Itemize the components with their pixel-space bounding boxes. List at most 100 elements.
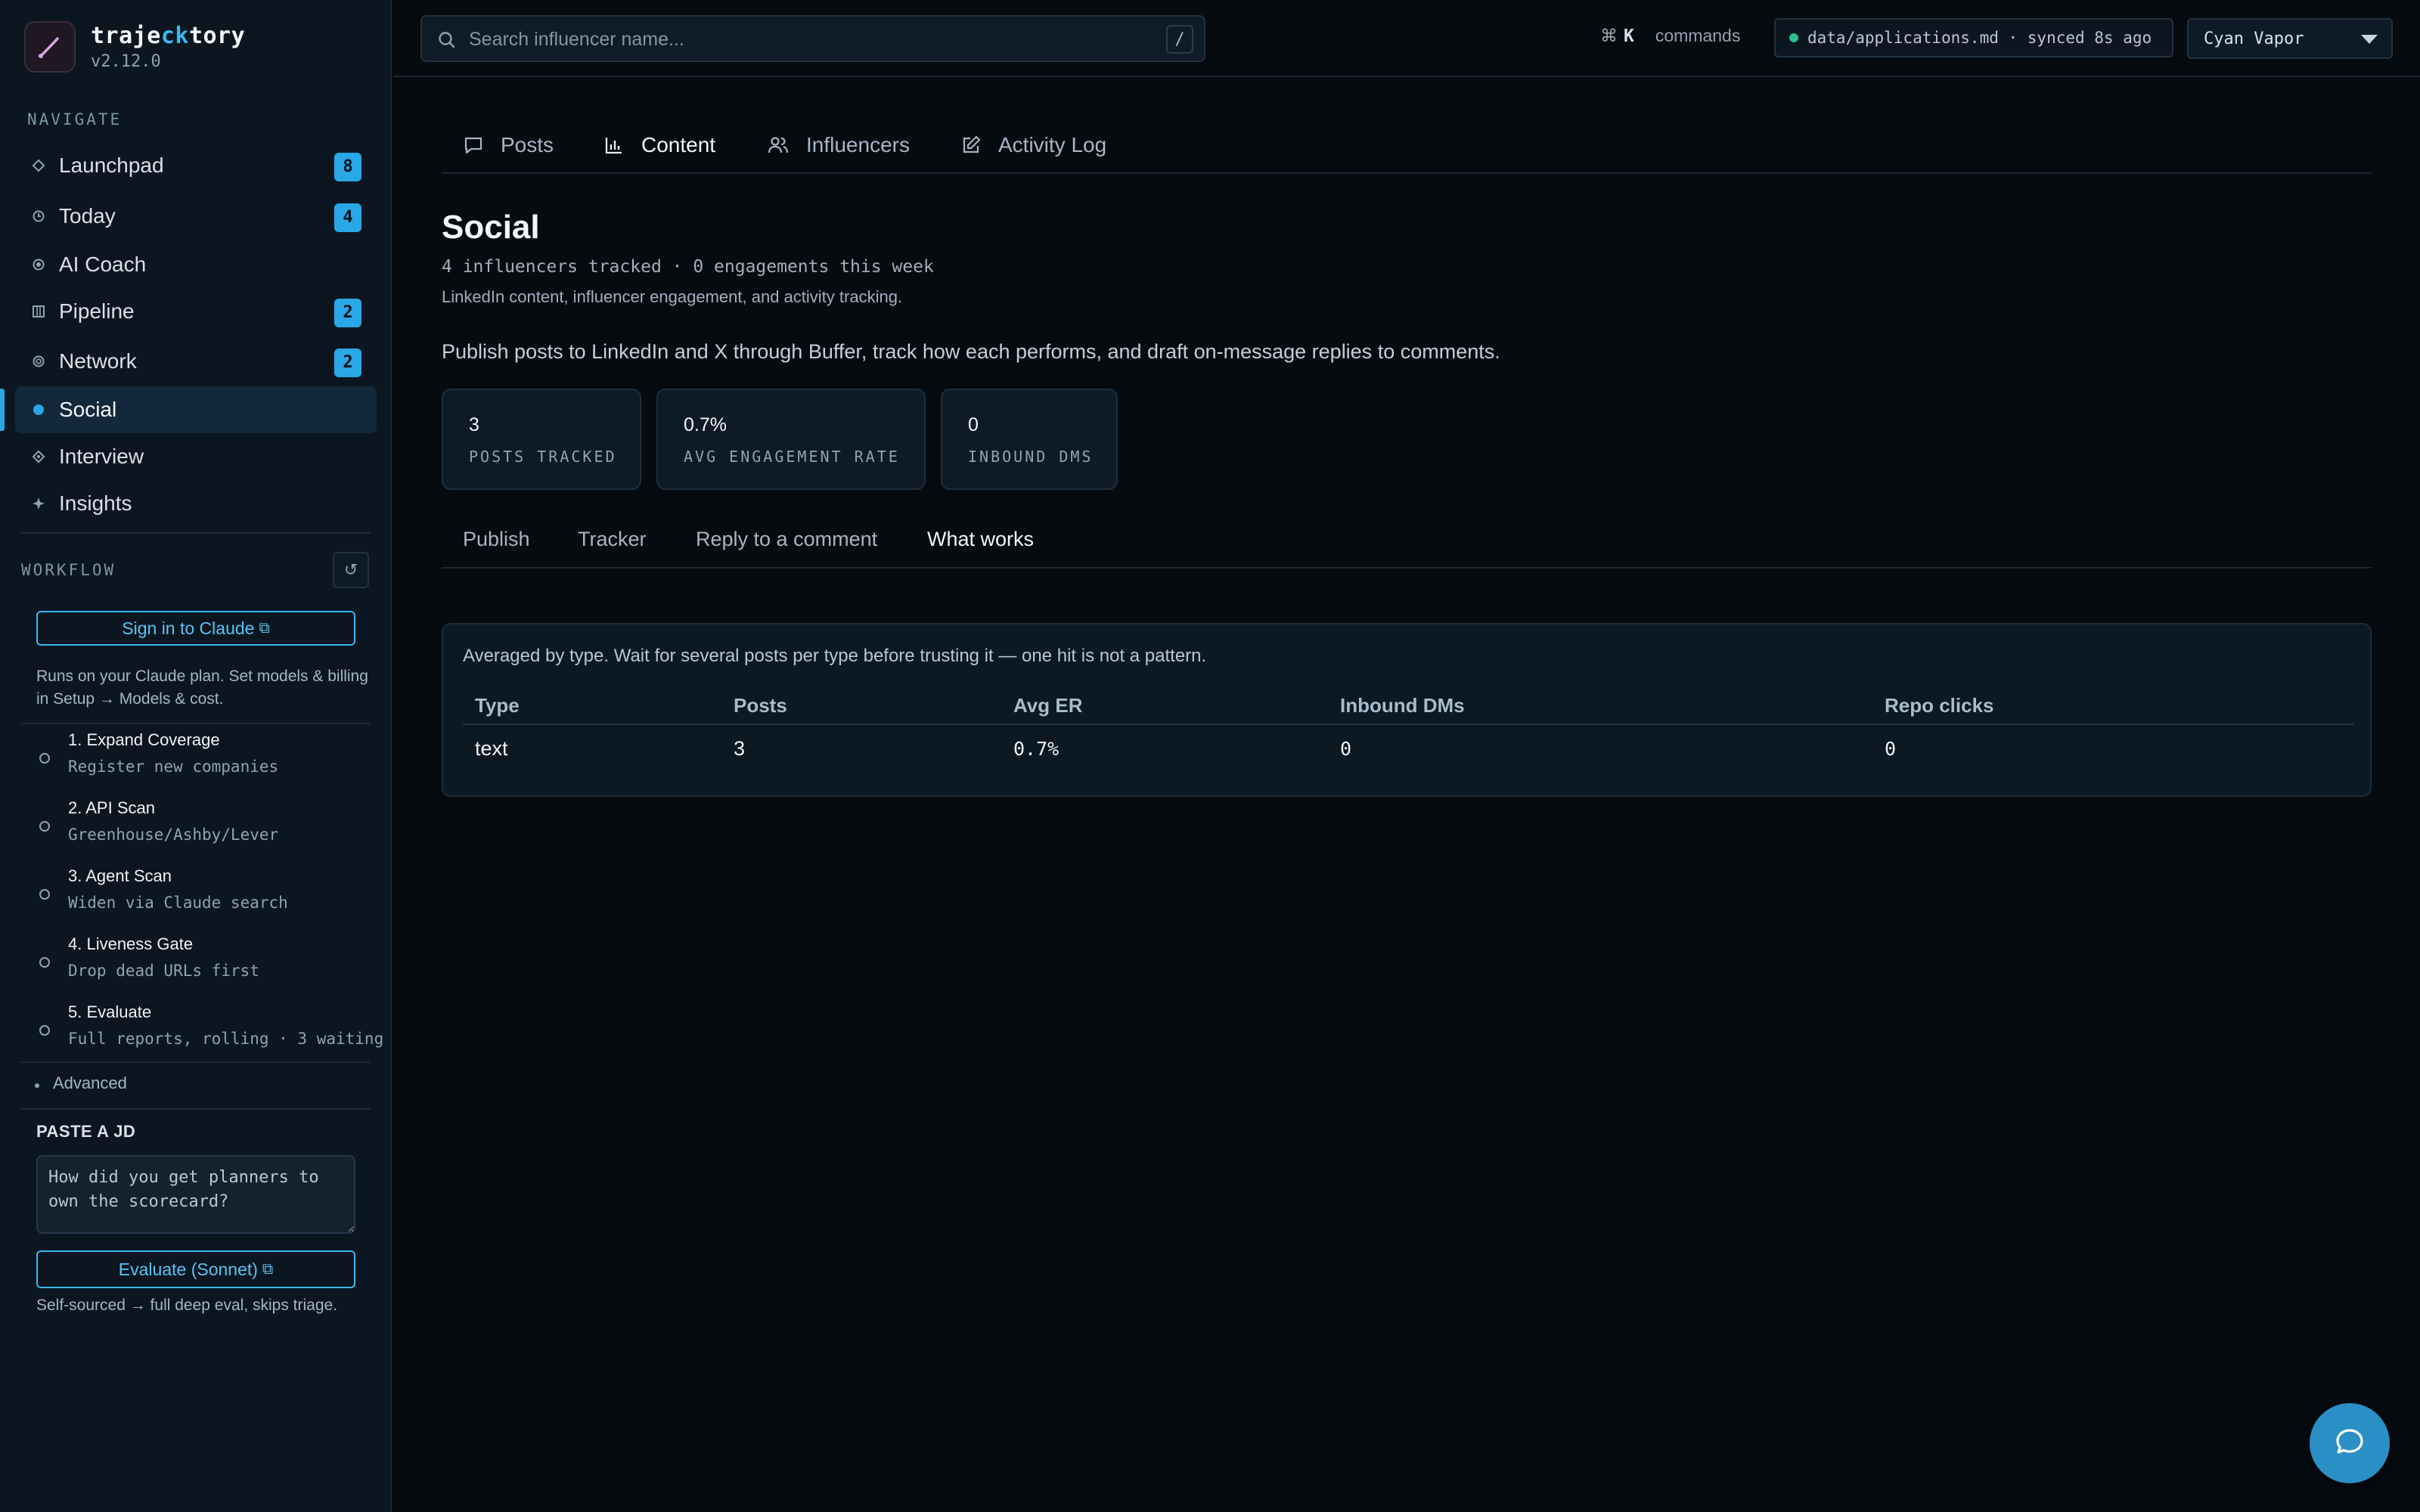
sidebar-item-label: Social	[59, 398, 117, 421]
bullet-icon	[35, 1083, 39, 1088]
workflow-section-label: WORKFLOW	[21, 561, 116, 579]
stat-card-inbound-dms: 0 INBOUND DMS	[941, 389, 1118, 490]
tab-content[interactable]: Content	[603, 130, 715, 160]
clock-icon	[32, 209, 57, 223]
sync-status[interactable]: data/applications.md · synced 8s ago	[1774, 18, 2173, 57]
evaluate-note: Self-sourced → full deep eval, skips tri…	[36, 1297, 338, 1314]
workflow-step[interactable]: 5. Evaluate Full reports, rolling · 3 wa…	[36, 1002, 383, 1063]
subtab-tracker[interactable]: Tracker	[578, 528, 647, 551]
ring-icon	[32, 355, 57, 368]
tab-label: Content	[641, 133, 716, 156]
sub-tabs: Publish Tracker Reply to a comment What …	[442, 522, 2372, 569]
theme-value: Cyan Vapor	[2204, 29, 2304, 48]
search-icon	[437, 30, 457, 54]
page-subtitle: LinkedIn content, influencer engagement,…	[442, 287, 903, 306]
advanced-toggle[interactable]: Advanced	[35, 1074, 127, 1093]
workflow-step[interactable]: 3. Agent Scan Widen via Claude search	[36, 866, 369, 927]
command-palette-hint[interactable]: ⌘ K commands	[1600, 26, 1740, 46]
sidebar: trajecktory v2.12.0 NAVIGATE Launchpad 8…	[0, 0, 392, 1512]
tab-activity-log[interactable]: Activity Log	[960, 130, 1106, 160]
sidebar-item-interview[interactable]: Interview	[15, 433, 377, 480]
count-badge: 8	[334, 153, 361, 181]
stat-value: 0	[968, 414, 979, 435]
subtab-reply[interactable]: Reply to a comment	[696, 528, 877, 551]
table-cell: text	[475, 737, 508, 760]
sign-in-label: Sign in to Claude	[122, 618, 255, 638]
step-subtitle: Greenhouse/Ashby/Lever	[68, 826, 279, 844]
step-title: 4. Liveness Gate	[68, 934, 194, 953]
jd-textarea[interactable]: How did you get planners to own the scor…	[36, 1155, 355, 1234]
panel-note: Averaged by type. Wait for several posts…	[463, 646, 1207, 666]
status-circle-icon	[39, 753, 50, 764]
chevron-down-icon	[2361, 35, 2378, 44]
sidebar-item-label: AI Coach	[59, 253, 147, 276]
tab-posts[interactable]: Posts	[463, 130, 554, 160]
advanced-label: Advanced	[53, 1074, 127, 1092]
target-icon	[32, 258, 57, 271]
tab-influencers[interactable]: Influencers	[767, 130, 910, 160]
stat-label: AVG ENGAGEMENT RATE	[684, 448, 900, 466]
stat-label: POSTS TRACKED	[469, 448, 617, 466]
theme-select[interactable]: Cyan Vapor	[2187, 18, 2393, 59]
diamond-dot-icon	[32, 450, 57, 463]
shortcut-key: /	[1166, 25, 1193, 54]
users-icon	[767, 135, 790, 156]
sidebar-item-label: Insights	[59, 491, 132, 515]
step-subtitle: Widen via Claude search	[68, 894, 288, 912]
evaluate-button[interactable]: Evaluate (Sonnet) ⧉	[36, 1250, 355, 1288]
workflow-step[interactable]: 4. Liveness Gate Drop dead URLs first	[36, 934, 369, 995]
active-indicator	[0, 389, 5, 431]
divider	[21, 1061, 371, 1063]
refresh-button[interactable]: ↺	[333, 552, 369, 588]
workflow-step[interactable]: 2. API Scan Greenhouse/Ashby/Lever	[36, 798, 369, 859]
shortcut-key: K	[1624, 26, 1634, 46]
columns-icon	[32, 305, 57, 318]
column-header: Posts	[721, 688, 1001, 725]
sidebar-item-label: Launchpad	[59, 153, 164, 177]
table-cell: 3	[734, 737, 746, 760]
paste-jd-label: PASTE A JD	[36, 1122, 136, 1141]
step-subtitle: Register new companies	[68, 758, 279, 776]
subtab-what-works[interactable]: What works	[927, 528, 1034, 551]
status-dot-icon	[1789, 33, 1798, 42]
sidebar-item-pipeline[interactable]: Pipeline 2	[15, 288, 377, 335]
workflow-step[interactable]: 1. Expand Coverage Register new companie…	[36, 730, 369, 791]
sidebar-item-label: Network	[59, 349, 137, 373]
stat-card-engagement-rate: 0.7% AVG ENGAGEMENT RATE	[656, 389, 926, 490]
chat-button[interactable]	[2310, 1403, 2390, 1483]
sidebar-item-today[interactable]: Today 4	[15, 193, 377, 240]
table-cell: 0	[1340, 738, 1352, 760]
brand[interactable]: trajecktory v2.12.0	[24, 20, 245, 74]
page-title: Social	[442, 209, 540, 246]
count-badge: 2	[334, 299, 361, 327]
plan-note: Runs on your Claude plan. Set models & b…	[36, 668, 368, 708]
sidebar-item-insights[interactable]: Insights	[15, 480, 377, 527]
step-title: 3. Agent Scan	[68, 866, 172, 885]
command-key-icon: ⌘	[1600, 26, 1618, 45]
what-works-table: Type Posts Avg ER Inbound DMs Repo click…	[463, 688, 2353, 773]
chat-bubble-icon	[2332, 1424, 2368, 1464]
sidebar-item-social[interactable]: Social	[15, 386, 377, 433]
tab-label: Influencers	[806, 133, 910, 156]
stat-label: INBOUND DMS	[968, 448, 1094, 466]
bar-chart-icon	[603, 135, 625, 156]
status-circle-icon	[39, 1025, 50, 1036]
stat-value: 3	[469, 414, 479, 435]
column-header: Type	[463, 688, 721, 725]
sidebar-item-ai-coach[interactable]: AI Coach	[15, 241, 377, 288]
search-box[interactable]: /	[420, 15, 1205, 62]
top-bar: / ⌘ K commands data/applications.md · sy…	[393, 0, 2420, 77]
sparkle-icon	[32, 497, 57, 510]
subtab-publish[interactable]: Publish	[463, 528, 530, 551]
sign-in-button[interactable]: Sign in to Claude ⧉	[36, 611, 355, 646]
status-circle-icon	[39, 889, 50, 900]
sidebar-item-network[interactable]: Network 2	[15, 338, 377, 385]
step-subtitle: Drop dead URLs first	[68, 962, 259, 980]
sidebar-item-launchpad[interactable]: Launchpad 8	[15, 142, 377, 189]
stat-value: 0.7%	[684, 414, 727, 435]
count-badge: 2	[334, 349, 361, 377]
diamond-outline-icon	[32, 159, 57, 172]
page-meta: 4 influencers tracked · 0 engagements th…	[442, 257, 934, 277]
search-input[interactable]	[469, 24, 1134, 54]
evaluate-label: Evaluate (Sonnet)	[118, 1259, 258, 1279]
